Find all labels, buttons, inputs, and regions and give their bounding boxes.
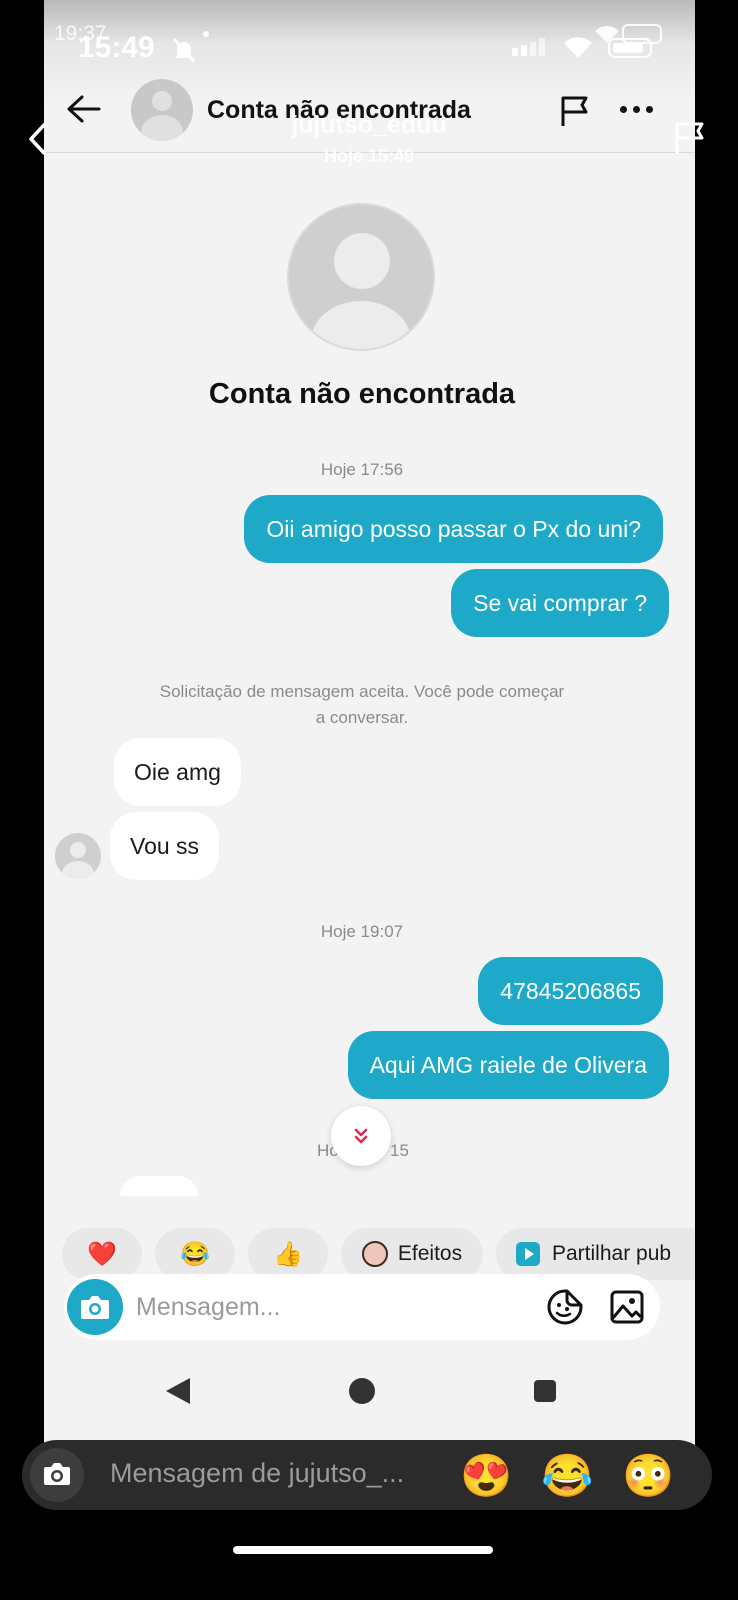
- system-message: Solicitação de mensagem aceita. Você pod…: [104, 679, 620, 731]
- scroll-down-button[interactable]: [331, 1106, 391, 1166]
- signal-icon: [512, 38, 552, 56]
- partial-bubble: [120, 1176, 198, 1196]
- sticker-icon[interactable]: [546, 1288, 584, 1326]
- laughing-face-icon: 😂: [180, 1240, 210, 1268]
- outer-status-time: 15:49: [78, 31, 155, 64]
- story-timestamp: Hoje 15:49: [323, 146, 415, 166]
- outgoing-message[interactable]: Se vai comprar ?: [451, 569, 669, 637]
- effects-label: Efeitos: [397, 1242, 463, 1265]
- reaction-thumbs-chip[interactable]: 👍: [248, 1228, 328, 1280]
- outer-battery-icon: [622, 24, 662, 44]
- reaction-heart-chip[interactable]: ❤️: [62, 1228, 142, 1280]
- heart-icon: ❤️: [87, 1240, 117, 1268]
- nav-back-button[interactable]: [166, 1378, 190, 1404]
- incoming-message[interactable]: Oie amg: [114, 738, 241, 806]
- effects-chip[interactable]: Efeitos: [341, 1228, 483, 1280]
- timestamp-partial-right: 15: [390, 1141, 409, 1160]
- system-message-line: a conversar.: [315, 708, 409, 727]
- bell-muted-icon: [172, 37, 196, 63]
- story-camera-icon: [44, 1463, 70, 1485]
- timestamp: Hoje 17:56: [320, 460, 404, 479]
- gallery-icon[interactable]: [610, 1290, 644, 1324]
- message-input[interactable]: Mensagem...: [136, 1293, 281, 1322]
- outgoing-message[interactable]: Oii amigo posso passar o Px do uni?: [244, 495, 663, 563]
- story-reply-input[interactable]: Mensagem de jujutso_...: [110, 1458, 404, 1489]
- reaction-laugh-chip[interactable]: 😂: [155, 1228, 235, 1280]
- outgoing-message[interactable]: Aqui AMG raiele de Olivera: [347, 1031, 669, 1099]
- story-username[interactable]: jujutso_eduu: [0, 111, 738, 140]
- wifi-icon: [564, 37, 592, 58]
- system-message-line: Solicitação de mensagem aceita. Você pod…: [159, 682, 565, 701]
- outgoing-message[interactable]: 47845206865: [478, 957, 663, 1025]
- effects-avatar-icon: [361, 1241, 388, 1267]
- timestamp: Hoje 19:07: [320, 922, 404, 941]
- outer-wifi-icon: [595, 26, 619, 43]
- incoming-message[interactable]: Vou ss: [110, 812, 220, 880]
- sender-avatar[interactable]: [55, 833, 101, 879]
- story-report-flag-icon[interactable]: [672, 120, 708, 156]
- share-play-icon: [516, 1242, 540, 1266]
- double-chevron-down-icon: [354, 1128, 368, 1144]
- camera-icon: [81, 1296, 109, 1319]
- chat-screen: Conta não encontrada Conta não encontrad…: [44, 0, 695, 1457]
- profile-name: Conta não encontrada: [208, 378, 516, 410]
- story-camera-button[interactable]: [30, 1448, 84, 1502]
- nav-recents-button[interactable]: [534, 1380, 556, 1402]
- home-indicator: [233, 1546, 493, 1554]
- tears-of-joy-emoji-icon[interactable]: 😂: [541, 1452, 593, 1500]
- flushed-face-emoji-icon[interactable]: 😳: [622, 1452, 674, 1500]
- nav-home-button[interactable]: [349, 1378, 375, 1404]
- share-post-chip[interactable]: Partilhar pub: [496, 1228, 695, 1280]
- share-post-label: Partilhar pub: [552, 1242, 672, 1265]
- heart-eyes-emoji-icon[interactable]: 😍: [460, 1452, 512, 1500]
- status-dot: [203, 31, 209, 37]
- camera-button[interactable]: [67, 1279, 123, 1335]
- profile-avatar[interactable]: [287, 203, 435, 351]
- thumbs-up-icon: 👍: [273, 1240, 303, 1268]
